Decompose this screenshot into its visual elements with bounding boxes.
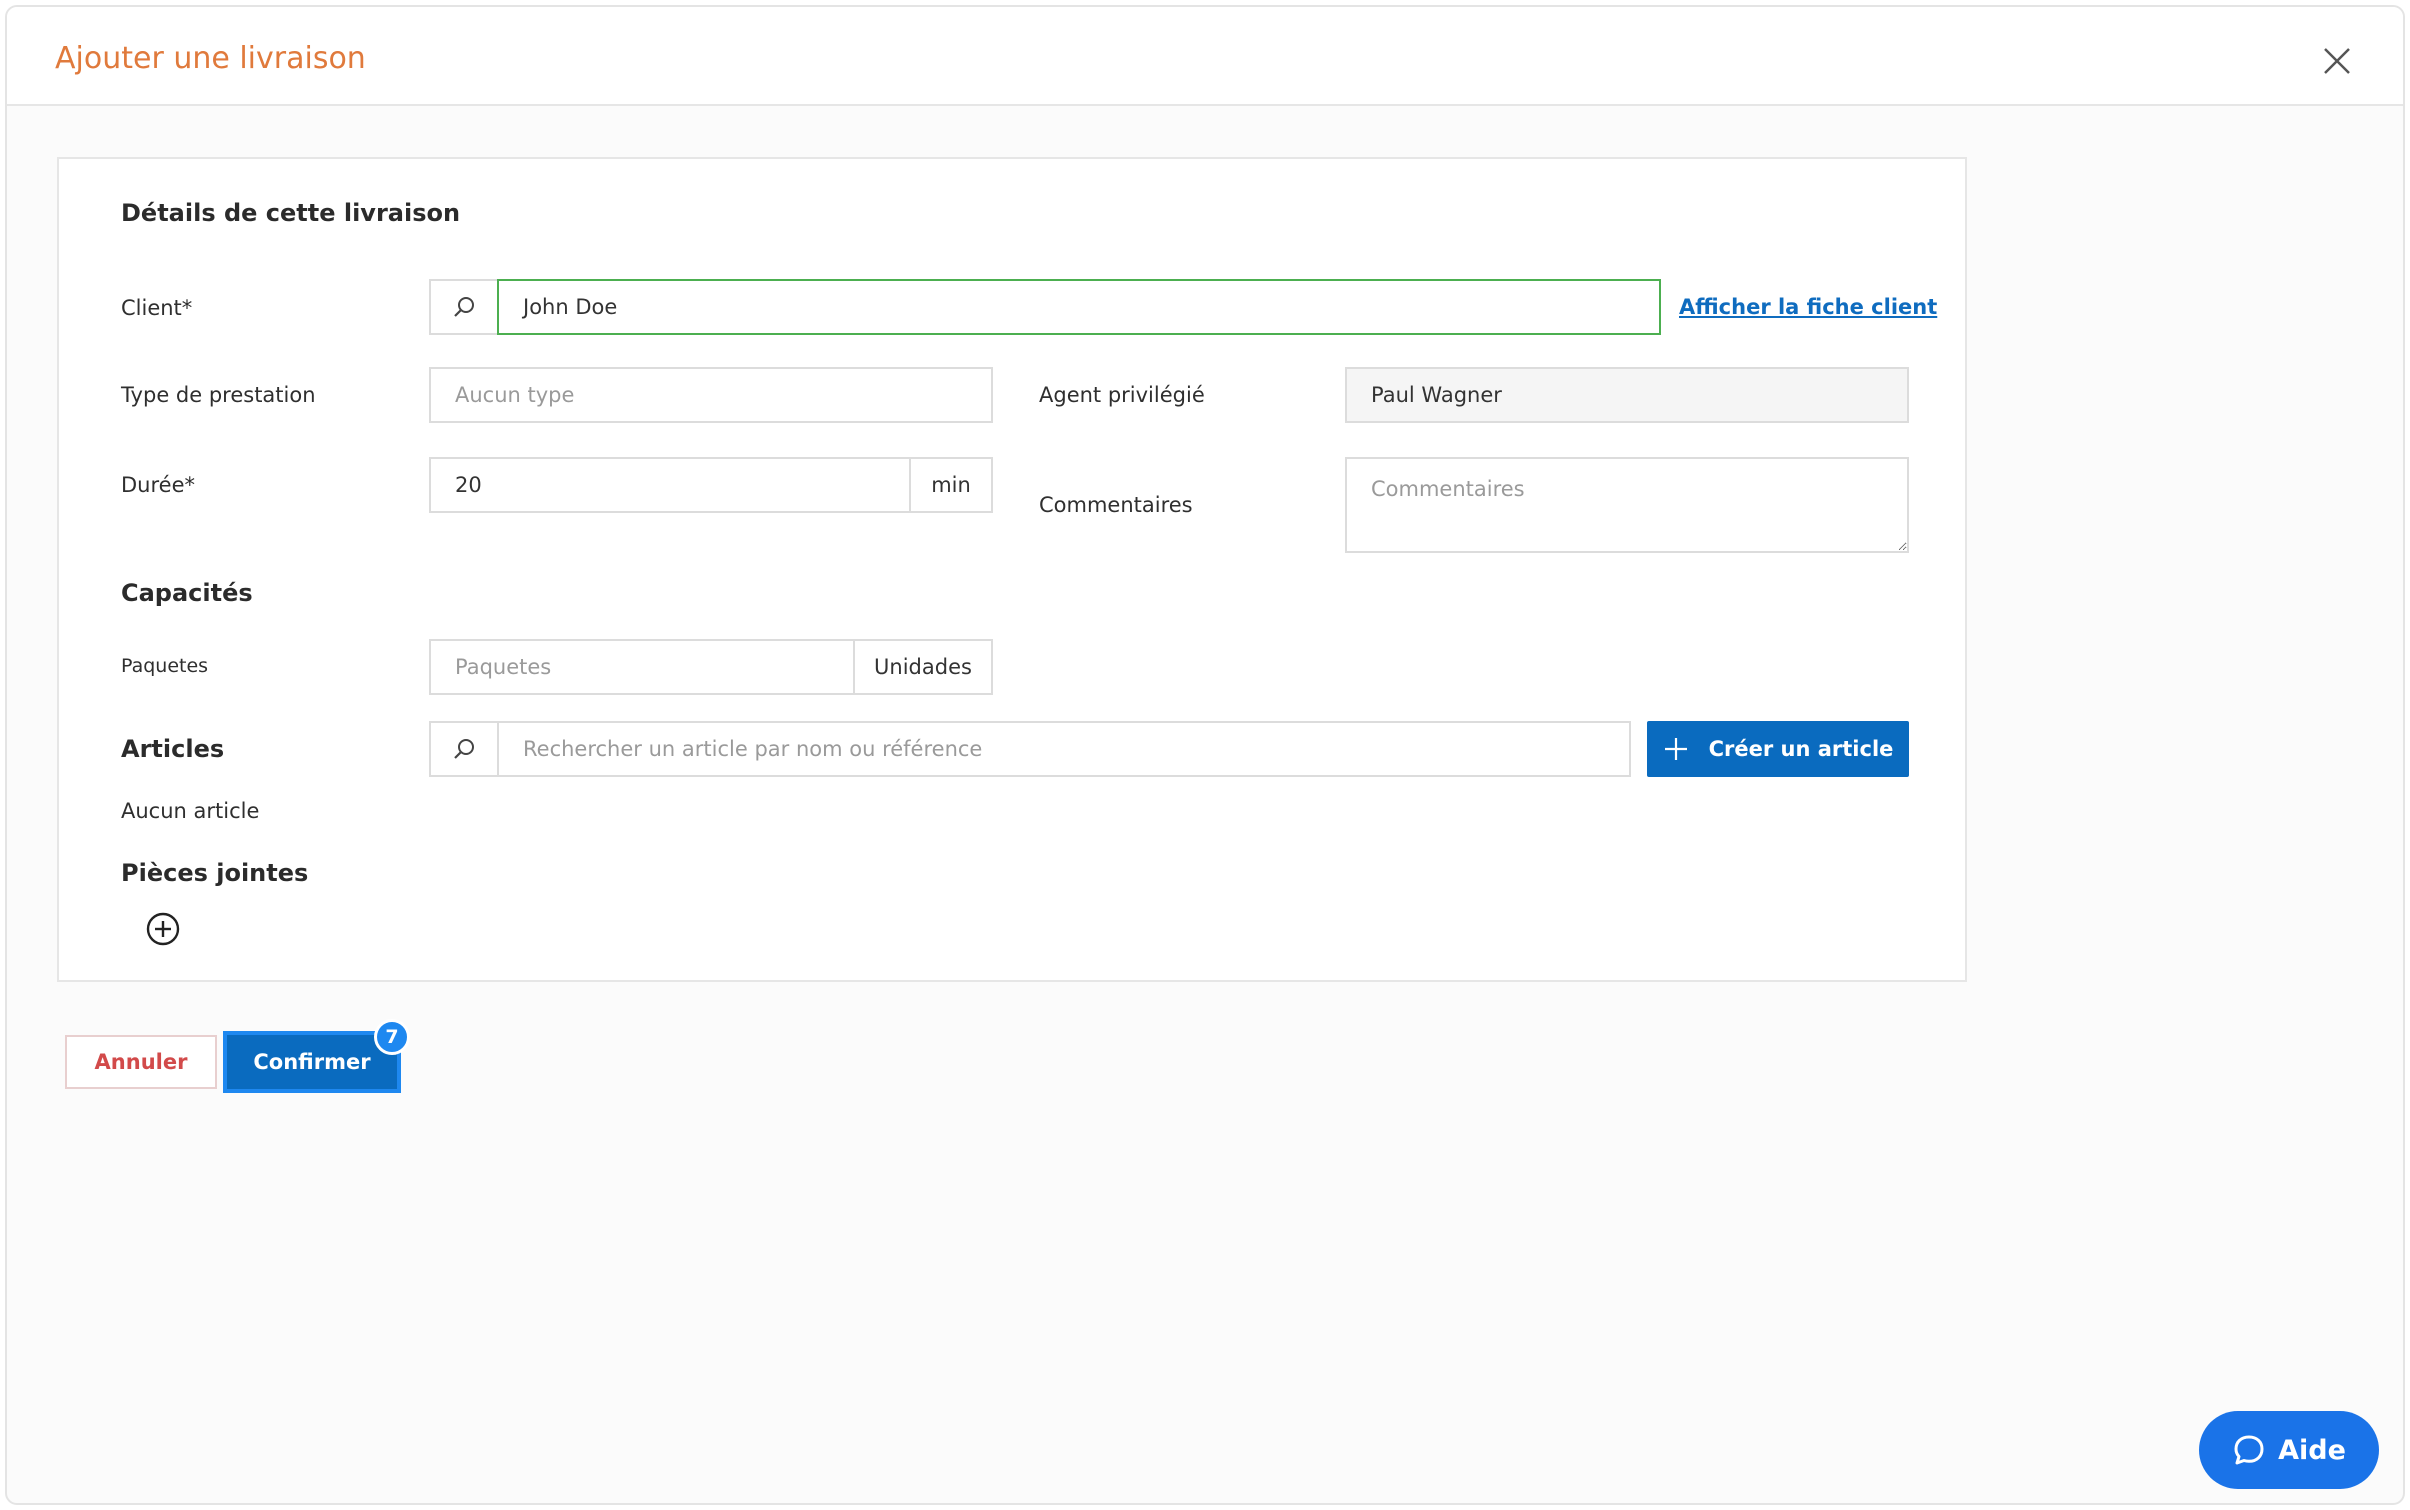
capacities-section-title: Capacités xyxy=(121,579,253,607)
service-type-placeholder: Aucun type xyxy=(455,383,575,407)
comments-textarea[interactable] xyxy=(1345,457,1909,553)
article-search-input[interactable]: Rechercher un article par nom ou référen… xyxy=(497,721,1631,777)
attachments-section-title: Pièces jointes xyxy=(121,859,309,887)
client-search-icon[interactable] xyxy=(429,279,499,335)
client-input[interactable]: John Doe xyxy=(497,279,1661,335)
delivery-details-card: Détails de cette livraison Client* John … xyxy=(57,157,1967,982)
preferred-agent-label: Agent privilégié xyxy=(1039,383,1205,407)
packages-label: Paquetes xyxy=(121,655,209,677)
preferred-agent-value: Paul Wagner xyxy=(1371,383,1502,407)
service-type-label: Type de prestation xyxy=(121,383,316,407)
chat-bubble-icon xyxy=(2234,1435,2264,1465)
duration-input[interactable]: 20 xyxy=(429,457,911,513)
details-section-title: Détails de cette livraison xyxy=(121,199,461,227)
help-label: Aide xyxy=(2278,1434,2346,1466)
duration-label: Durée* xyxy=(121,473,195,497)
duration-unit: min xyxy=(909,457,993,513)
show-client-link[interactable]: Afficher la fiche client xyxy=(1679,295,1937,319)
modal-title: Ajouter une livraison xyxy=(55,41,366,76)
packages-input[interactable]: Paquetes xyxy=(429,639,855,695)
duration-value: 20 xyxy=(455,473,482,497)
notification-badge: 7 xyxy=(374,1019,410,1055)
cancel-button[interactable]: Annuler xyxy=(65,1035,217,1089)
close-icon[interactable] xyxy=(2317,41,2357,81)
packages-unit: Unidades xyxy=(853,639,993,695)
add-attachment-icon[interactable] xyxy=(145,911,181,947)
preferred-agent-field[interactable]: Paul Wagner xyxy=(1345,367,1909,423)
service-type-select[interactable]: Aucun type xyxy=(429,367,993,423)
add-delivery-modal: Ajouter une livraison Détails de cette l… xyxy=(5,5,2405,1505)
packages-placeholder: Paquetes xyxy=(455,655,552,679)
comments-label: Commentaires xyxy=(1039,493,1193,517)
article-search-icon[interactable] xyxy=(429,721,499,777)
article-search-placeholder: Rechercher un article par nom ou référen… xyxy=(523,737,983,761)
help-button[interactable]: Aide xyxy=(2199,1411,2379,1489)
client-input-value: John Doe xyxy=(523,295,618,319)
create-article-label: Créer un article xyxy=(1708,737,1894,761)
plus-icon xyxy=(1664,738,1687,760)
articles-section-title: Articles xyxy=(121,735,225,763)
no-article-text: Aucun article xyxy=(121,799,260,823)
client-label: Client* xyxy=(121,296,193,320)
create-article-button[interactable]: Créer un article xyxy=(1647,721,1909,777)
modal-header: Ajouter une livraison xyxy=(7,7,2403,106)
